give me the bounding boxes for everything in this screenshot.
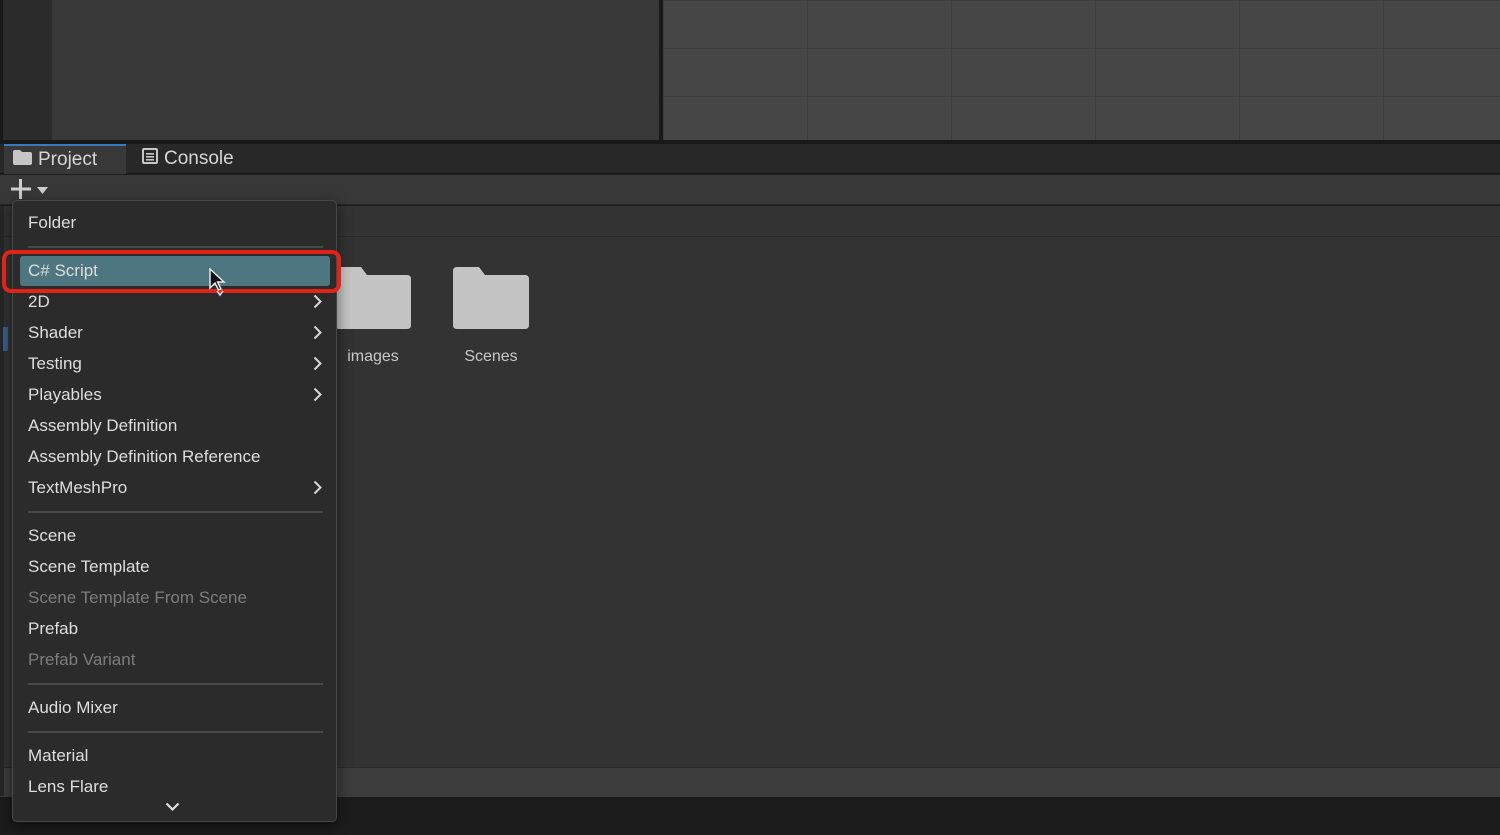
highlight-annotation <box>2 250 341 293</box>
menu-separator <box>28 683 323 685</box>
menu-separator <box>28 731 323 733</box>
chevron-down-icon[interactable] <box>165 799 180 817</box>
console-list-icon <box>142 148 158 170</box>
menu-item-audio-mixer[interactable]: Audio Mixer <box>13 693 336 723</box>
menu-item-playables[interactable]: Playables <box>13 380 336 410</box>
selected-tree-marker <box>3 327 8 351</box>
menu-item-label: Lens Flare <box>28 777 109 796</box>
menu-item-label: Folder <box>28 213 77 232</box>
hierarchy-panel[interactable] <box>52 0 659 140</box>
menu-item-assembly-definition-reference[interactable]: Assembly Definition Reference <box>13 442 336 472</box>
menu-item-label: Material <box>28 746 89 765</box>
folder-tree-edge <box>0 206 4 796</box>
menu-item-lens-flare[interactable]: Lens Flare <box>13 772 336 802</box>
menu-item-label: Prefab Variant <box>28 650 136 669</box>
menu-item-folder[interactable]: Folder <box>13 208 336 238</box>
menu-separator <box>28 511 323 513</box>
folder-icon <box>13 149 32 171</box>
plus-icon <box>10 178 32 203</box>
menu-item-scene-template-from-scene: Scene Template From Scene <box>13 583 336 613</box>
chevron-right-icon <box>313 387 322 407</box>
menu-item-label: 2D <box>28 292 50 311</box>
hierarchy-strip <box>0 0 52 140</box>
chevron-right-icon <box>313 325 322 345</box>
menu-item-shader[interactable]: Shader <box>13 318 336 348</box>
menu-item-label: Playables <box>28 385 102 404</box>
menu-item-scene[interactable]: Scene <box>13 521 336 551</box>
menu-item-scene-template[interactable]: Scene Template <box>13 552 336 582</box>
menu-item-testing[interactable]: Testing <box>13 349 336 379</box>
menu-item-label: Scene Template From Scene <box>28 588 247 607</box>
chevron-right-icon <box>313 294 322 314</box>
menu-item-assembly-definition[interactable]: Assembly Definition <box>13 411 336 441</box>
menu-item-prefab[interactable]: Prefab <box>13 614 336 644</box>
menu-item-material[interactable]: Material <box>13 741 336 771</box>
menu-item-label: Testing <box>28 354 82 373</box>
tab-project-label: Project <box>38 149 98 170</box>
bottom-panel-tab-bar: Project Console <box>0 144 1500 174</box>
caret-down-icon <box>37 181 48 199</box>
menu-item-prefab-variant: Prefab Variant <box>13 645 336 675</box>
chevron-right-icon <box>313 480 322 500</box>
folder-label: Scenes <box>464 348 518 365</box>
tab-project[interactable]: Project <box>4 144 126 174</box>
mouse-cursor-icon <box>209 267 226 304</box>
folder-label: images <box>347 348 399 365</box>
folder-icon <box>335 265 411 334</box>
menu-item-label: Audio Mixer <box>28 698 118 717</box>
menu-item-label: Assembly Definition <box>28 416 178 435</box>
menu-item-label: Prefab <box>28 619 79 638</box>
menu-item-label: Scene Template <box>28 557 150 576</box>
menu-separator <box>28 246 323 248</box>
tab-console-label: Console <box>164 148 234 169</box>
menu-item-label: TextMeshPro <box>28 478 128 497</box>
menu-item-label: Shader <box>28 323 83 342</box>
tab-console[interactable]: Console <box>140 144 234 174</box>
menu-item-textmeshpro[interactable]: TextMeshPro <box>13 473 336 503</box>
chevron-right-icon <box>313 356 322 376</box>
menu-item-label: Scene <box>28 526 77 545</box>
folder-tile-scenes[interactable]: Scenes <box>436 265 546 380</box>
scene-view[interactable] <box>663 0 1500 140</box>
folder-icon <box>453 265 529 334</box>
menu-item-label: Assembly Definition Reference <box>28 447 261 466</box>
create-asset-menu: Folder C# Script 2D Shader Testing Playa… <box>12 200 337 822</box>
